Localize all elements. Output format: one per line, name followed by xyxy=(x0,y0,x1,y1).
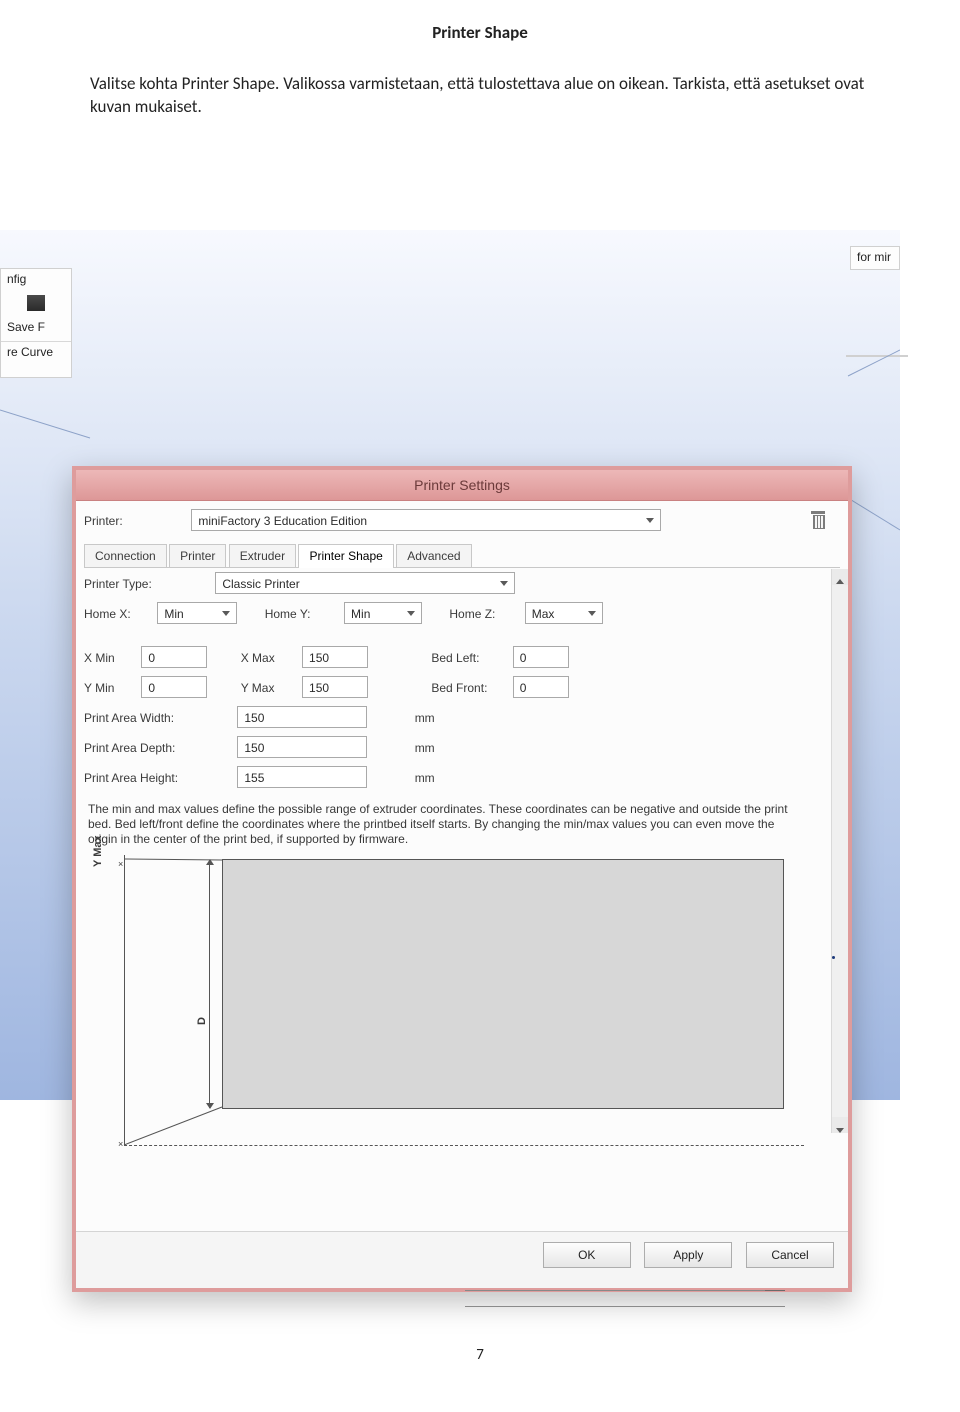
tab-extruder[interactable]: Extruder xyxy=(229,544,296,567)
printer-type-select[interactable]: Classic Printer xyxy=(215,572,515,594)
print-area-width-input[interactable]: 150 xyxy=(237,706,367,728)
xmin-label: X Min xyxy=(84,651,138,665)
rear-grid-lines xyxy=(465,1290,805,1328)
cancel-button[interactable]: Cancel xyxy=(746,1242,834,1268)
page-body-text: Valitse kohta Printer Shape. Valikossa v… xyxy=(0,43,960,119)
unit-mm: mm xyxy=(415,771,435,785)
home-x-label: Home X: xyxy=(84,607,154,621)
print-area-depth-input[interactable]: 150 xyxy=(237,736,367,758)
bed-left-input[interactable]: 0 xyxy=(513,646,569,668)
printer-label: Printer: xyxy=(84,514,188,528)
bed-front-input[interactable]: 0 xyxy=(513,676,569,698)
home-z-select[interactable]: Max xyxy=(525,602,603,624)
xmin-input[interactable]: 0 xyxy=(141,646,207,668)
unit-mm: mm xyxy=(415,711,435,725)
bed-front-label: Bed Front: xyxy=(431,681,509,695)
ymax-label: Y Max xyxy=(241,681,299,695)
xmax-input[interactable]: 150 xyxy=(302,646,368,668)
ymin-label: Y Min xyxy=(84,681,138,695)
tab-printer[interactable]: Printer xyxy=(169,544,226,567)
scroll-down-icon[interactable] xyxy=(832,1117,848,1133)
screenshot-area: nfig Save F re Curve for mir Printer Set… xyxy=(0,230,900,1100)
print-area-height-label: Print Area Height: xyxy=(84,771,234,785)
ok-button[interactable]: OK xyxy=(543,1242,631,1268)
home-y-label: Home Y: xyxy=(265,607,341,621)
printer-type-label: Printer Type: xyxy=(84,577,212,591)
bed-left-label: Bed Left: xyxy=(431,651,509,665)
print-area-diagram: Y Max D E × × xyxy=(84,855,824,1175)
print-area-height-input[interactable]: 155 xyxy=(237,766,367,788)
print-area-depth-label: Print Area Depth: xyxy=(84,741,234,755)
diagram-ymax-label: Y Max xyxy=(92,835,104,867)
ymin-input[interactable]: 0 xyxy=(141,676,207,698)
printer-settings-dialog: Printer Settings Printer: miniFactory 3 … xyxy=(72,466,852,1292)
tab-printer-shape[interactable]: Printer Shape xyxy=(298,544,393,568)
dialog-footer: OK Apply Cancel xyxy=(76,1231,848,1288)
tabstrip: Connection Printer Extruder Printer Shap… xyxy=(84,543,840,568)
xmax-label: X Max xyxy=(241,651,299,665)
unit-mm: mm xyxy=(415,741,435,755)
print-area-width-label: Print Area Width: xyxy=(84,711,234,725)
dialog-title: Printer Settings xyxy=(76,470,848,501)
dot-mark xyxy=(832,956,835,959)
home-z-label: Home Z: xyxy=(449,607,521,621)
page-heading: Printer Shape xyxy=(0,0,960,43)
trash-icon[interactable] xyxy=(810,511,826,529)
page-number: 7 xyxy=(0,1346,960,1364)
home-x-select[interactable]: Min xyxy=(157,602,237,624)
tab-advanced[interactable]: Advanced xyxy=(396,544,471,567)
home-y-select[interactable]: Min xyxy=(344,602,422,624)
description-text: The min and max values define the possib… xyxy=(88,802,788,847)
tab-connection[interactable]: Connection xyxy=(84,544,167,567)
apply-button[interactable]: Apply xyxy=(644,1242,732,1268)
ymax-input[interactable]: 150 xyxy=(302,676,368,698)
printer-select[interactable]: miniFactory 3 Education Edition xyxy=(191,509,661,531)
